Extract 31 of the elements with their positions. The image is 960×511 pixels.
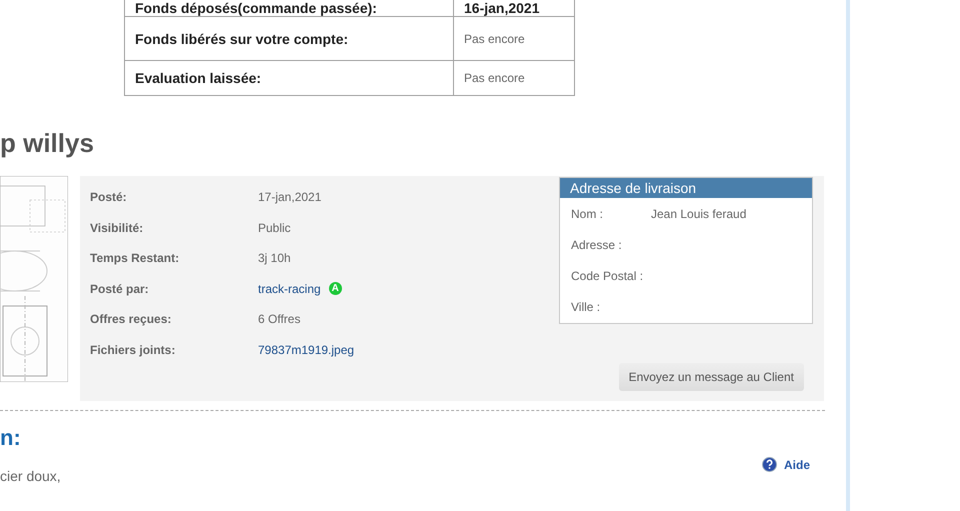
- address-header: Adresse de livraison: [560, 178, 812, 198]
- help-link[interactable]: Aide: [762, 457, 810, 472]
- project-title: p willys: [0, 128, 94, 158]
- detail-label: Posté:: [90, 190, 127, 204]
- file-link[interactable]: 79837m1919.jpeg: [258, 342, 354, 357]
- row-label: Evaluation laissée:: [135, 70, 262, 86]
- row-value: Pas encore: [464, 71, 525, 85]
- row-label: Fonds libérés sur votre compte:: [135, 30, 348, 46]
- address-label: Adresse :: [571, 238, 622, 252]
- detail-label: Fichiers joints:: [90, 342, 176, 357]
- address-value: Jean Louis feraud: [651, 206, 746, 220]
- detail-value: 6 Offres: [258, 312, 300, 326]
- section-title: n:: [0, 425, 21, 451]
- detail-value: 3j 10h: [258, 251, 291, 266]
- address-label: Code Postal :: [571, 268, 644, 282]
- user-link[interactable]: track-racing: [258, 282, 321, 296]
- user-badge: A: [328, 282, 342, 296]
- message-button[interactable]: Envoyez un message au Client: [618, 363, 804, 391]
- detail-value: Public: [258, 220, 291, 235]
- address-label: Nom :: [571, 206, 604, 220]
- row-value: 16-jan,2021: [464, 1, 540, 15]
- detail-value: 17-jan,2021: [258, 190, 322, 204]
- detail-label: Visibilité:: [90, 220, 144, 235]
- detail-label: Posté par:: [90, 282, 149, 296]
- detail-label: Offres reçues:: [90, 312, 172, 326]
- detail-label: Temps Restant:: [90, 251, 180, 266]
- description-text: cier doux,: [0, 468, 61, 484]
- row-value: Pas encore: [464, 32, 525, 46]
- row-label: Fonds déposés(commande passée):: [135, 1, 377, 15]
- address-label: Ville :: [571, 300, 600, 314]
- help-icon: [762, 457, 777, 472]
